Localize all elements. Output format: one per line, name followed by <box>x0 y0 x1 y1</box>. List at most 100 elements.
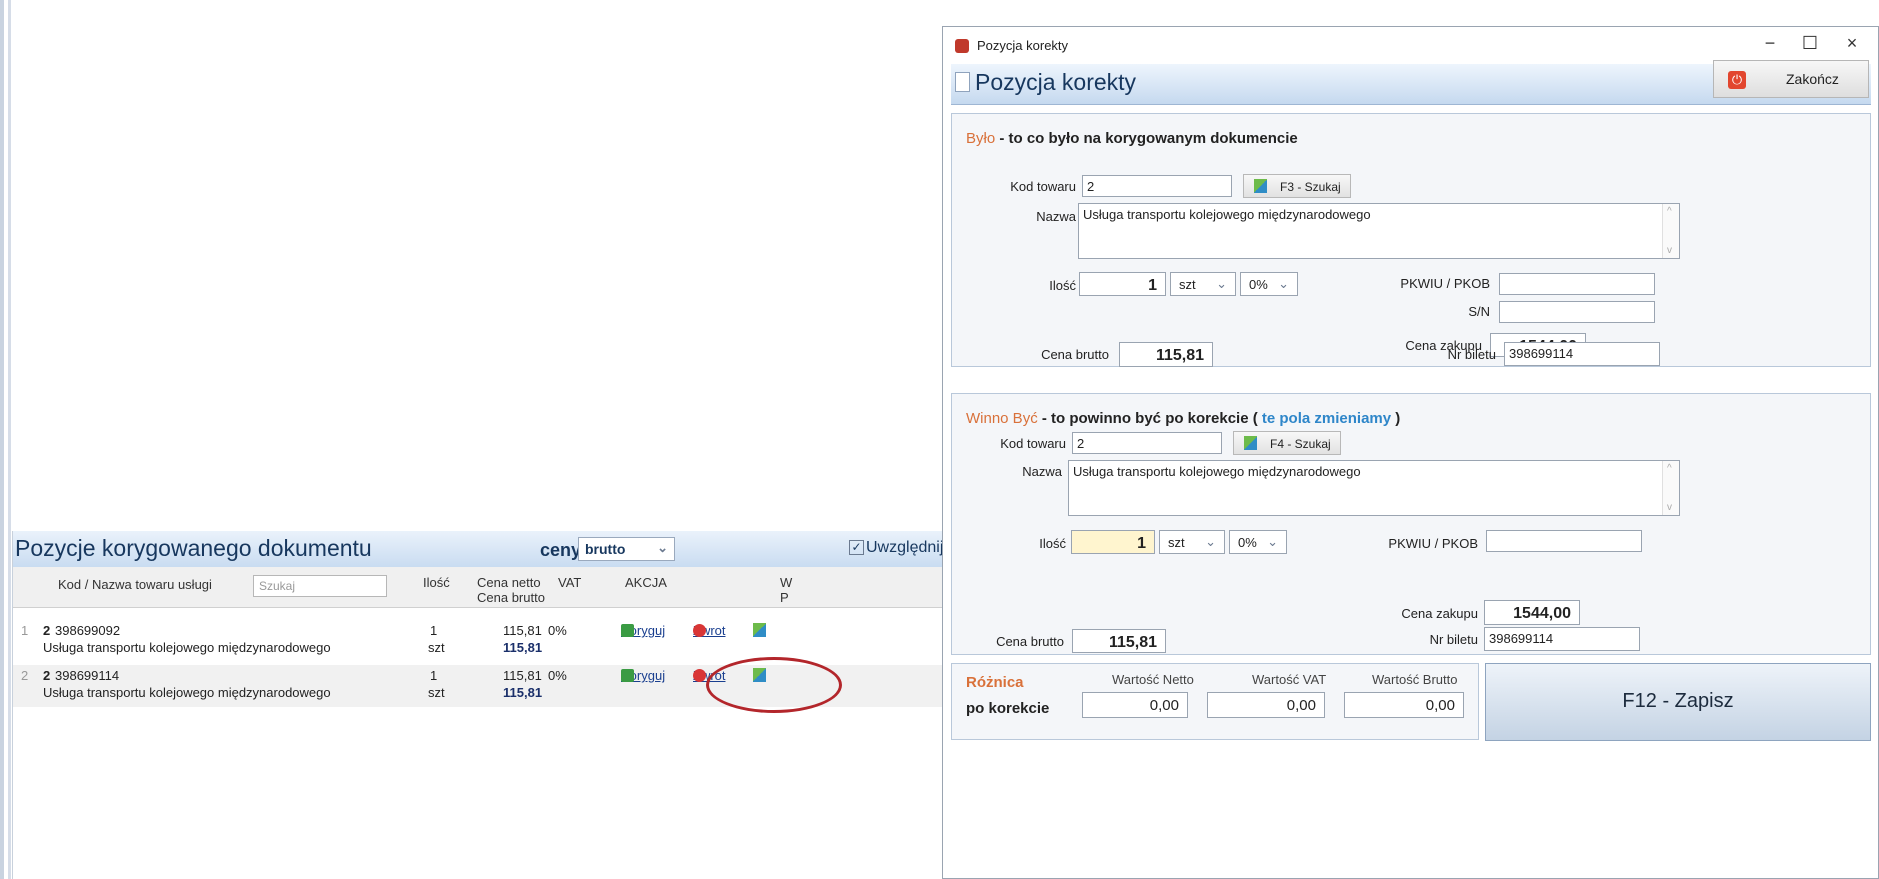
row-number: 1 <box>21 623 29 638</box>
row-brutto: 115,81 <box>503 640 543 655</box>
f3-search-button[interactable]: F3 - Szukaj <box>1243 174 1351 198</box>
nr-biletu-label: Nr biletu <box>1429 632 1478 647</box>
ilosc-label: Ilość <box>1039 536 1066 551</box>
kod-towaru-value: 2 <box>1087 179 1095 194</box>
col-extra-1: W <box>780 575 793 590</box>
cena-zakupu-input[interactable]: 1544,00 <box>1484 600 1580 625</box>
window-titlebar: Pozycja korekty − ☐ × <box>943 27 1878 61</box>
wartosc-netto-label: Wartość Netto <box>1112 672 1194 687</box>
chevron-down-icon: ⌄ <box>1267 534 1278 549</box>
nazwa-textarea[interactable]: Usługa transportu kolejowego międzynarod… <box>1078 203 1680 259</box>
pkwiu-label: PKWIU / PKOB <box>1400 276 1490 291</box>
row-nazwa: Usługa transportu kolejowego międzynarod… <box>43 685 331 700</box>
koryguj-button[interactable]: Koryguj <box>621 623 665 638</box>
col-akcja: AKCJA <box>625 575 667 590</box>
nr-biletu-value: 398699114 <box>1509 346 1574 361</box>
wartosc-netto-value: 0,00 <box>1149 697 1179 714</box>
nazwa-value: Usługa transportu kolejowego międzynarod… <box>1083 207 1371 222</box>
price-type-select[interactable]: brutto ⌄ <box>578 537 675 561</box>
zwrot-button[interactable]: Zwrot <box>693 623 726 638</box>
package-icon[interactable] <box>753 623 766 637</box>
row-nr: 398699092 <box>55 623 121 638</box>
search-input[interactable]: Szukaj <box>253 575 387 597</box>
return-icon <box>693 669 706 682</box>
kod-towaru-input[interactable]: 2 <box>1072 432 1222 454</box>
edit-icon <box>621 669 634 682</box>
winno-title-end: ) <box>1391 410 1401 427</box>
winno-title-mid: - to powinno być po korekcie ( <box>1037 410 1262 427</box>
roznica-subtitle: po korekcie <box>966 700 1050 717</box>
window-left-edge-inner <box>8 0 11 879</box>
chevron-down-icon: ⌄ <box>1216 276 1227 291</box>
uwzglednij-label: Uwzględnij <box>866 539 944 556</box>
cena-brutto-input[interactable]: 115,81 <box>1072 629 1166 653</box>
pkwiu-input[interactable] <box>1486 530 1642 552</box>
row-netto: 115,81 <box>503 668 542 683</box>
f4-search-button[interactable]: F4 - Szukaj <box>1233 431 1341 455</box>
row-kod: 2 <box>43 668 51 683</box>
col-vat: VAT <box>558 575 582 590</box>
document-icon <box>955 72 970 92</box>
sn-input[interactable] <box>1499 301 1655 323</box>
kod-towaru-input[interactable]: 2 <box>1082 175 1232 197</box>
close-icon[interactable]: × <box>1837 33 1867 54</box>
cena-brutto-input[interactable]: 115,81 <box>1119 342 1213 367</box>
vat-value: 0% <box>1249 277 1268 292</box>
uwzglednij-checkbox[interactable]: ✓ Uwzględnij <box>849 539 943 557</box>
wartosc-vat-value: 0,00 <box>1286 697 1316 714</box>
row-nazwa: Usługa transportu kolejowego międzynarod… <box>43 640 331 655</box>
koryguj-button[interactable]: Koryguj <box>621 668 665 683</box>
nazwa-textarea[interactable]: Usługa transportu kolejowego międzynarod… <box>1068 460 1680 516</box>
maximize-icon[interactable]: ☐ <box>1795 33 1825 54</box>
f3-search-label: F3 - Szukaj <box>1280 180 1341 194</box>
winno-title-blue: te pola zmieniamy <box>1261 410 1392 427</box>
nr-biletu-input[interactable]: 398699114 <box>1484 627 1640 651</box>
chevron-down-icon: ⌄ <box>1205 534 1216 549</box>
nr-biletu-input[interactable]: 398699114 <box>1504 342 1660 366</box>
pkwiu-input[interactable] <box>1499 273 1655 295</box>
window-title: Pozycja korekty <box>977 38 1069 53</box>
highlight-ellipse-annotation <box>706 657 842 713</box>
unit-select[interactable]: szt ⌄ <box>1159 530 1225 554</box>
kod-towaru-label: Kod towaru <box>1010 179 1076 194</box>
kod-towaru-label: Kod towaru <box>1000 436 1066 451</box>
bylo-title-orange: Było <box>966 130 996 147</box>
vat-select[interactable]: 0% ⌄ <box>1240 272 1298 296</box>
wartosc-brutto-value: 0,00 <box>1425 697 1455 714</box>
ilosc-input[interactable]: 1 <box>1071 530 1155 554</box>
section-winno-byc: Winno Być - to powinno być po korekcie (… <box>951 393 1871 655</box>
ilosc-value: 1 <box>1137 535 1146 552</box>
col-cena-netto: Cena netto <box>477 575 541 590</box>
row-vat: 0% <box>548 668 567 683</box>
package-icon <box>1244 436 1257 450</box>
nazwa-label: Nazwa <box>1036 209 1076 224</box>
ilosc-input[interactable]: 1 <box>1079 272 1166 296</box>
col-cena-brutto: Cena brutto <box>477 590 545 605</box>
section-winno-title: Winno Być - to powinno być po korekcie (… <box>966 410 1400 427</box>
col-ilosc: Ilość <box>423 575 450 590</box>
dialog-title: Pozycja korekty <box>975 69 1137 95</box>
vat-select[interactable]: 0% ⌄ <box>1229 530 1287 554</box>
table-row[interactable]: 1 2 398699092 Usługa transportu kolejowe… <box>13 620 948 662</box>
vat-value: 0% <box>1238 535 1257 550</box>
table-header: Kod / Nazwa towaru usługi Szukaj Ilość C… <box>13 567 948 608</box>
winno-title-orange: Winno Być <box>966 410 1038 427</box>
search-placeholder: Szukaj <box>259 579 296 593</box>
close-dialog-button[interactable]: ⏻ Zakończ <box>1713 60 1869 98</box>
correction-position-dialog: Pozycja korekty − ☐ × Pozycja korekty ⏻ … <box>942 26 1879 879</box>
unit-select[interactable]: szt ⌄ <box>1170 272 1236 296</box>
section-bylo: Było - to co było na korygowanym dokumen… <box>951 113 1871 367</box>
power-icon: ⏻ <box>1728 71 1746 89</box>
chevron-down-icon: ⌄ <box>657 540 668 555</box>
price-type-value: brutto <box>585 541 626 557</box>
f12-save-button[interactable]: F12 - Zapisz <box>1485 663 1871 741</box>
row-jm: szt <box>428 685 445 700</box>
minimize-icon[interactable]: − <box>1755 33 1785 54</box>
bylo-title-rest: - to co było na korygowanym dokumencie <box>995 130 1298 147</box>
wartosc-vat-field: 0,00 <box>1207 692 1325 718</box>
ilosc-label: Ilość <box>1049 278 1076 293</box>
nr-biletu-value: 398699114 <box>1489 631 1554 646</box>
wartosc-brutto-field: 0,00 <box>1344 692 1464 718</box>
textarea-scrollbar[interactable] <box>1662 204 1679 258</box>
textarea-scrollbar[interactable] <box>1662 461 1679 515</box>
